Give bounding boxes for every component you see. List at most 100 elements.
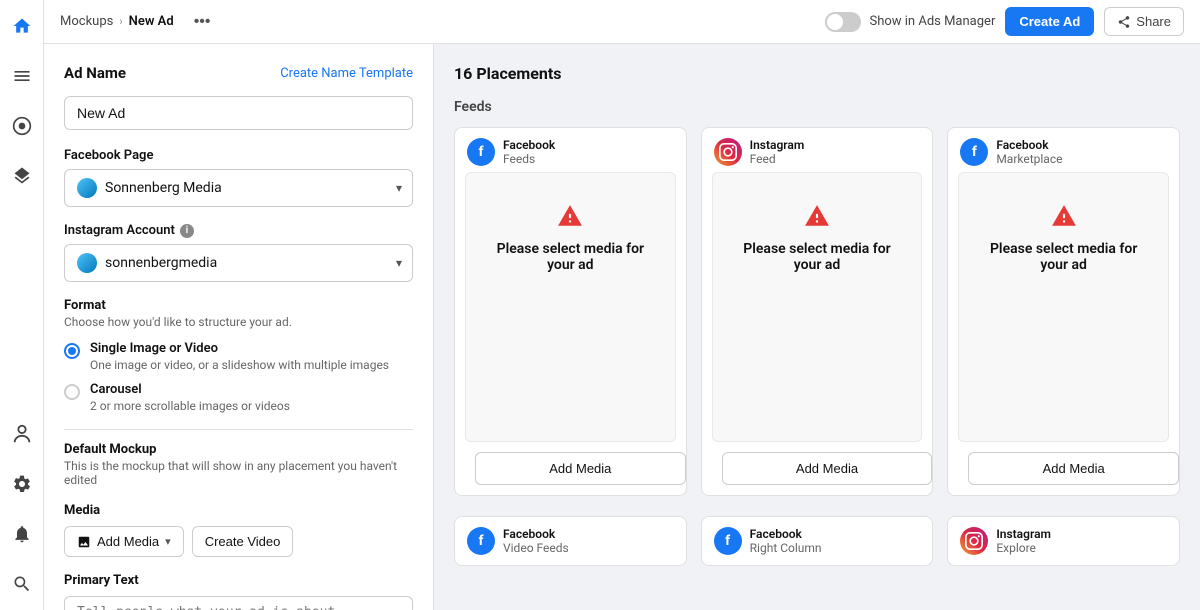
feeds-label: Feeds: [454, 99, 1180, 115]
add-media-ig-feed-button[interactable]: Add Media: [722, 452, 933, 485]
breadcrumb-mockups-link[interactable]: Mockups: [60, 14, 113, 29]
placement-card-facebook-marketplace: f Facebook Marketplace Please select med…: [947, 127, 1180, 496]
instagram-feed-logo: [714, 138, 742, 166]
format-option-single-image-text: Single Image or Video One image or video…: [90, 341, 389, 372]
default-mockup-title: Default Mockup: [64, 442, 413, 457]
card-footer-fb-marketplace: Add Media: [948, 452, 1179, 495]
add-media-button[interactable]: Add Media ▾: [64, 526, 184, 557]
breadcrumb-current: New Ad: [129, 14, 174, 29]
bottom-placements-grid: f Facebook Video Feeds f Facebook Right …: [454, 516, 1180, 566]
nav-home-icon[interactable]: [6, 10, 38, 42]
placement-card-header-facebook-feeds: f Facebook Feeds: [455, 128, 686, 172]
left-navigation: [0, 0, 44, 610]
format-title: Format: [64, 298, 413, 313]
add-media-fb-marketplace-button[interactable]: Add Media: [968, 452, 1179, 485]
facebook-feeds-logo: f: [467, 138, 495, 166]
placements-count: 16 Placements: [454, 64, 1180, 83]
placements-grid: f Facebook Feeds Please select media for…: [454, 127, 1180, 496]
instagram-account-select[interactable]: sonnenbergmedia ▾: [64, 244, 413, 282]
facebook-page-select-wrapper: Sonnenberg Media ▾: [64, 169, 413, 207]
bottom-placement-card-instagram-explore: Instagram Explore: [947, 516, 1180, 566]
ads-manager-label: Show in Ads Manager: [869, 14, 995, 29]
placement-media-facebook-marketplace: Please select media for your ad: [958, 172, 1169, 442]
primary-text-section: Primary Text: [64, 573, 413, 610]
fb-right-column-logo: f: [714, 527, 742, 555]
media-title: Media: [64, 503, 413, 518]
ads-manager-toggle[interactable]: [825, 12, 861, 32]
ad-name-label: Ad Name: [64, 64, 126, 82]
left-panel: Ad Name Create Name Template Facebook Pa…: [44, 44, 434, 610]
nav-menu-icon[interactable]: [6, 60, 38, 92]
placement-card-info-facebook-feeds: Facebook Feeds: [503, 138, 555, 166]
top-bar: Mockups › New Ad ••• Show in Ads Manager…: [44, 0, 1200, 44]
nav-search-icon[interactable]: [6, 568, 38, 600]
divider-format: [64, 429, 413, 430]
format-option-carousel-text: Carousel 2 or more scrollable images or …: [90, 382, 290, 413]
nav-profile-icon[interactable]: [6, 418, 38, 450]
ad-name-header: Ad Name Create Name Template: [64, 64, 413, 82]
top-bar-actions: Show in Ads Manager Create Ad Share: [825, 7, 1184, 36]
format-radio-carousel[interactable]: [64, 384, 80, 400]
format-option-carousel[interactable]: Carousel 2 or more scrollable images or …: [64, 382, 413, 413]
right-panel: 16 Placements Feeds f Facebook Feeds: [434, 44, 1200, 610]
add-media-fb-feeds-button[interactable]: Add Media: [475, 452, 686, 485]
instagram-account-select-wrapper: sonnenbergmedia ▾: [64, 244, 413, 282]
bottom-placement-card-video-feeds: f Facebook Video Feeds: [454, 516, 687, 566]
placement-card-info-instagram-feed: Instagram Feed: [750, 138, 805, 166]
create-ad-button[interactable]: Create Ad: [1005, 7, 1094, 36]
nav-bell-icon[interactable]: [6, 518, 38, 550]
ig-explore-logo: [960, 527, 988, 555]
media-section: Media Add Media ▾ Create Video: [64, 503, 413, 557]
globe-icon: [77, 178, 97, 198]
bottom-placement-info-video-feeds: Facebook Video Feeds: [503, 527, 569, 555]
ads-manager-toggle-wrapper: Show in Ads Manager: [825, 12, 995, 32]
placement-card-facebook-feeds: f Facebook Feeds Please select media for…: [454, 127, 687, 496]
placement-card-info-facebook-marketplace: Facebook Marketplace: [996, 138, 1062, 166]
create-name-template-link[interactable]: Create Name Template: [280, 66, 413, 81]
instagram-account-dropdown-arrow: ▾: [396, 256, 402, 270]
warning-text-fb-feeds: Please select media for your ad: [486, 241, 655, 273]
bottom-placement-card-right-column: f Facebook Right Column: [701, 516, 934, 566]
placement-card-header-instagram-feed: Instagram Feed: [702, 128, 933, 172]
facebook-page-select[interactable]: Sonnenberg Media ▾: [64, 169, 413, 207]
content-area: Ad Name Create Name Template Facebook Pa…: [44, 44, 1200, 610]
create-video-button[interactable]: Create Video: [192, 526, 294, 557]
bottom-placement-info-instagram-explore: Instagram Explore: [996, 527, 1051, 555]
nav-gear-icon[interactable]: [6, 468, 38, 500]
facebook-page-value: Sonnenberg Media: [105, 180, 222, 196]
more-options-button[interactable]: •••: [188, 11, 217, 33]
add-media-label: Add Media: [97, 534, 159, 549]
format-radio-single-image[interactable]: [64, 343, 80, 359]
warning-triangle-fb-feeds: [557, 203, 583, 229]
placement-media-facebook-feeds: Please select media for your ad: [465, 172, 676, 442]
breadcrumb-separator: ›: [119, 15, 122, 28]
format-section: Format Choose how you'd like to structur…: [64, 298, 413, 413]
warning-text-ig-feed: Please select media for your ad: [733, 241, 902, 273]
instagram-account-value: sonnenbergmedia: [105, 255, 217, 271]
placement-card-instagram-feed: Instagram Feed Please select media for y…: [701, 127, 934, 496]
add-media-dropdown-arrow: ▾: [165, 535, 171, 548]
facebook-marketplace-logo: f: [960, 138, 988, 166]
share-label: Share: [1136, 14, 1171, 29]
format-option-single-image[interactable]: Single Image or Video One image or video…: [64, 341, 413, 372]
card-footer-ig-feed: Add Media: [702, 452, 933, 495]
media-actions: Add Media ▾ Create Video: [64, 526, 413, 557]
format-desc: Choose how you'd like to structure your …: [64, 315, 413, 329]
instagram-info-icon[interactable]: i: [180, 224, 194, 238]
share-button[interactable]: Share: [1104, 7, 1184, 36]
nav-campaigns-icon[interactable]: [6, 110, 38, 142]
bottom-placement-info-right-column: Facebook Right Column: [750, 527, 822, 555]
card-footer-fb-feeds: Add Media: [455, 452, 686, 495]
instagram-globe-icon: [77, 253, 97, 273]
facebook-page-dropdown-arrow: ▾: [396, 181, 402, 195]
instagram-account-label: Instagram Account i: [64, 223, 413, 238]
breadcrumb: Mockups › New Ad: [60, 14, 174, 29]
warning-triangle-fb-marketplace: [1051, 203, 1077, 229]
default-mockup-desc: This is the mockup that will show in any…: [64, 459, 413, 487]
primary-text-input[interactable]: [64, 596, 413, 610]
nav-layers-icon[interactable]: [6, 160, 38, 192]
ad-name-input[interactable]: [64, 96, 413, 130]
primary-text-title: Primary Text: [64, 573, 413, 588]
fb-video-feeds-logo: f: [467, 527, 495, 555]
placement-media-instagram-feed: Please select media for your ad: [712, 172, 923, 442]
